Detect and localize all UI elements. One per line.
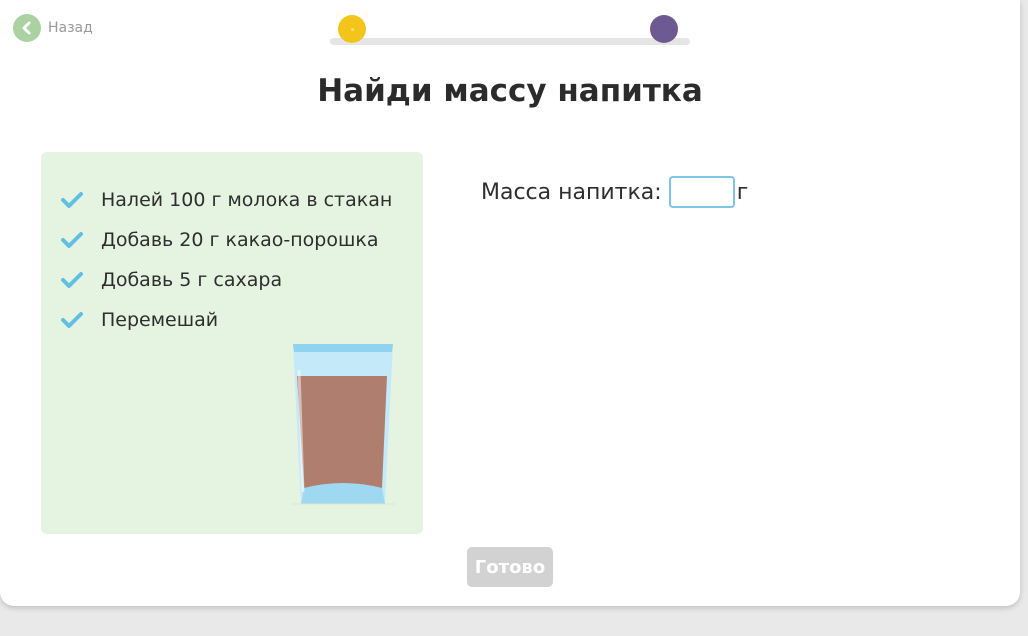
step-item: Налей 100 г молока в стакан: [61, 180, 392, 220]
chevron-left-icon: [13, 14, 41, 42]
checkmark-icon: [61, 272, 83, 288]
back-label: Назад: [48, 20, 93, 36]
answer-row: Масса напитка: г: [481, 176, 748, 208]
step-item: Добавь 5 г сахара: [61, 260, 392, 300]
steps-list: Налей 100 г молока в стакан Добавь 20 г …: [61, 180, 392, 340]
step-item: Добавь 20 г какао-порошка: [61, 220, 392, 260]
step-text: Добавь 5 г сахара: [101, 269, 283, 291]
unit-label: г: [736, 179, 749, 205]
progress-current-dot: [338, 15, 366, 43]
step-text: Перемешай: [101, 309, 219, 331]
step-text: Добавь 20 г какао-порошка: [101, 229, 379, 251]
progress-end-dot: [650, 15, 678, 43]
done-button[interactable]: Готово: [467, 547, 553, 587]
step-item: Перемешай: [61, 300, 392, 340]
page-title: Найди массу напитка: [317, 73, 703, 109]
checkmark-icon: [61, 192, 83, 208]
instructions-panel: Налей 100 г молока в стакан Добавь 20 г …: [41, 152, 423, 534]
task-card: Назад Найди массу напитка Налей 100 г мо…: [0, 0, 1020, 606]
checkmark-icon: [61, 312, 83, 328]
step-text: Налей 100 г молока в стакан: [101, 189, 393, 211]
mass-input[interactable]: [668, 176, 735, 208]
back-button[interactable]: Назад: [13, 14, 93, 42]
checkmark-icon: [61, 232, 83, 248]
answer-label: Масса напитка:: [481, 179, 662, 205]
progress-track: [330, 38, 690, 45]
glass-of-cocoa-icon: [291, 344, 395, 505]
